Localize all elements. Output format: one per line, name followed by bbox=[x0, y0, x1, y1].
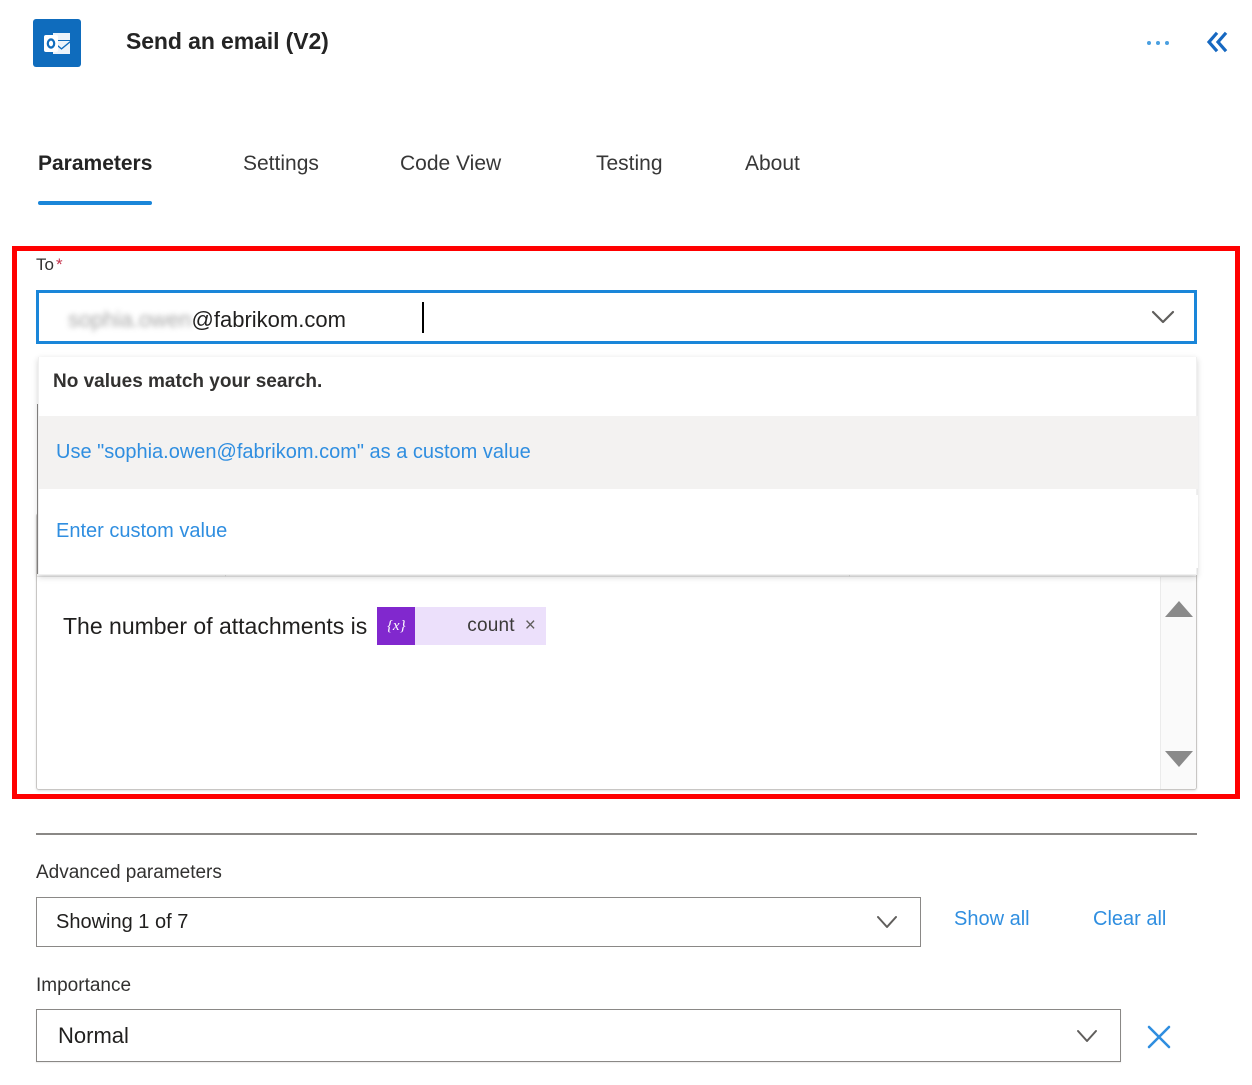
section-divider bbox=[36, 833, 1197, 835]
advanced-parameters-select[interactable]: Showing 1 of 7 bbox=[36, 897, 921, 947]
panel-header: Send an email (V2) bbox=[0, 0, 1252, 90]
text-cursor bbox=[422, 302, 424, 333]
ellipsis-icon[interactable] bbox=[1138, 28, 1178, 58]
advanced-parameters-value: Showing 1 of 7 bbox=[56, 910, 189, 933]
tab-code-view[interactable]: Code View bbox=[400, 148, 501, 198]
advanced-parameters-label: Advanced parameters bbox=[36, 862, 222, 883]
close-icon[interactable] bbox=[1140, 1018, 1178, 1056]
dropdown-option-custom-value[interactable]: Use "sophia.owen@fabrikom.com" as a cust… bbox=[39, 416, 1198, 489]
tab-parameters[interactable]: Parameters bbox=[38, 148, 153, 205]
importance-value: Normal bbox=[58, 1022, 129, 1048]
dropdown-option-label: Enter custom value bbox=[56, 520, 228, 542]
active-tab-underline bbox=[38, 201, 153, 205]
to-label-text: To bbox=[36, 255, 54, 274]
tab-bar: Parameters Settings Code View Testing Ab… bbox=[0, 148, 1252, 208]
tab-label: Settings bbox=[243, 152, 319, 175]
chevron-down-icon[interactable] bbox=[1074, 1028, 1100, 1044]
dynamic-content-token[interactable]: {x} count × bbox=[377, 607, 546, 645]
flow-action-panel: Send an email (V2) Parameters Settings C… bbox=[0, 0, 1252, 1085]
expression-icon: {x} bbox=[377, 607, 416, 645]
editor-content-area[interactable]: The number of attachments is {x} count × bbox=[37, 577, 1162, 789]
tab-label: Code View bbox=[400, 152, 502, 175]
chevron-down-icon[interactable] bbox=[874, 914, 900, 930]
tab-label: Parameters bbox=[38, 152, 153, 175]
body-paragraph: The number of attachments is {x} count × bbox=[63, 607, 546, 645]
to-input-visible-part: @fabrikom.com bbox=[191, 307, 346, 332]
to-input-masked-part: sophia.owen bbox=[68, 307, 192, 332]
body-static-text: The number of attachments is bbox=[63, 612, 368, 639]
tab-settings[interactable]: Settings bbox=[243, 148, 319, 198]
dropdown-option-label: Use "sophia.owen@fabrikom.com" as a cust… bbox=[56, 441, 531, 463]
show-all-button[interactable]: Show all bbox=[954, 908, 1030, 931]
to-input[interactable]: sophia.owen@fabrikom.com bbox=[36, 290, 1197, 344]
triangle-up-icon[interactable] bbox=[1164, 601, 1193, 617]
to-field-suggestion-dropdown[interactable]: No values match your search. Use "sophia… bbox=[38, 357, 1198, 575]
chevron-down-icon[interactable] bbox=[1150, 309, 1176, 325]
required-asterisk: * bbox=[55, 255, 63, 274]
importance-label: Importance bbox=[36, 975, 132, 996]
tab-label: About bbox=[745, 152, 800, 175]
outlook-icon bbox=[33, 19, 81, 67]
clear-all-button[interactable]: Clear all bbox=[1093, 908, 1166, 931]
to-field-label: To * bbox=[36, 255, 63, 275]
tab-label: Testing bbox=[596, 152, 663, 175]
token-label: count bbox=[467, 615, 515, 636]
importance-select[interactable]: Normal bbox=[36, 1009, 1121, 1062]
tab-about[interactable]: About bbox=[745, 148, 800, 198]
editor-scrollbar[interactable] bbox=[1160, 577, 1196, 789]
token-remove-icon[interactable]: × bbox=[525, 615, 546, 637]
to-input-value: sophia.owen@fabrikom.com bbox=[68, 307, 346, 333]
no-results-message: No values match your search. bbox=[53, 371, 323, 392]
tab-testing[interactable]: Testing bbox=[596, 148, 663, 198]
page-title: Send an email (V2) bbox=[126, 28, 329, 54]
double-chevron-left-icon[interactable] bbox=[1196, 22, 1236, 62]
dropdown-option-enter-custom[interactable]: Enter custom value bbox=[39, 495, 1198, 568]
triangle-down-icon[interactable] bbox=[1164, 751, 1193, 767]
